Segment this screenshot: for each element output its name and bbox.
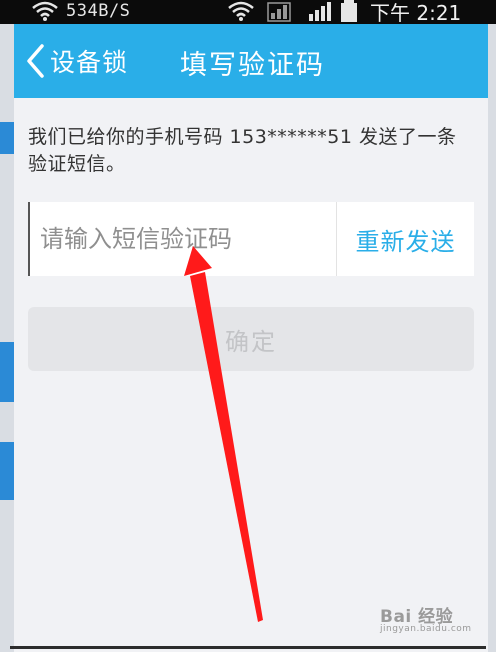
background-strip: [0, 342, 14, 402]
confirm-button[interactable]: 确定: [28, 307, 474, 371]
chevron-left-icon: [27, 44, 44, 78]
back-button[interactable]: 设备锁: [24, 38, 128, 84]
background-app-edge: [0, 24, 14, 652]
page-title: 填写验证码: [180, 50, 325, 81]
sms-sent-message: 我们已给你的手机号码 153******51 发送了一条验证短信。: [28, 126, 457, 175]
signal-strength-icon: [309, 2, 331, 21]
back-button-label: 设备锁: [50, 48, 129, 77]
background-strip: [0, 442, 14, 500]
battery-icon: [341, 0, 357, 22]
network-speed: 534B/S: [66, 1, 131, 21]
wifi-icon: [228, 1, 254, 21]
baidu-jingyan-watermark: Bai 经验 jingyan.baidu.com: [380, 598, 476, 638]
verification-code-input[interactable]: [28, 202, 336, 276]
wifi-icon: [32, 1, 58, 21]
data-type-icon: [267, 2, 291, 22]
resend-button[interactable]: 重新发送: [337, 202, 474, 276]
verification-code-row: 重新发送: [28, 202, 474, 276]
watermark-url: jingyan.baidu.com: [380, 624, 472, 634]
background-app-edge: [488, 24, 496, 652]
status-clock: 下午 2:21: [370, 1, 462, 25]
navigation-bar: 设备锁 填写验证码: [14, 24, 488, 98]
status-bar: 534B/S 下午 2:21: [0, 0, 496, 25]
background-strip: [0, 122, 14, 154]
device-lock-verify-page: 设备锁 填写验证码 我们已给你的手机号码 153******51 发送了一条验证…: [14, 24, 488, 652]
bottom-edge: [10, 646, 486, 649]
